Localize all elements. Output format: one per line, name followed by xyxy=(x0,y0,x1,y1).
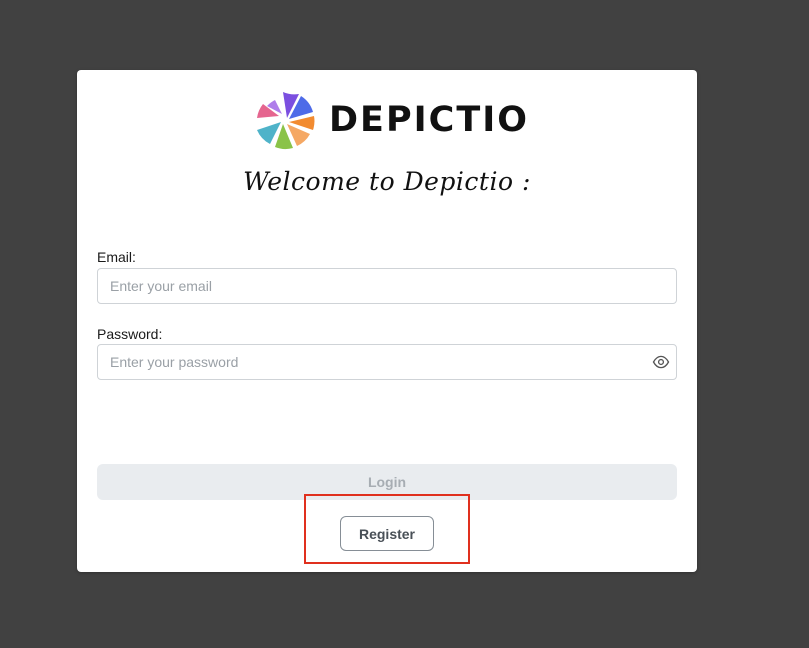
eye-icon[interactable] xyxy=(652,353,670,371)
email-input[interactable] xyxy=(98,269,676,303)
email-field-wrapper xyxy=(97,268,677,304)
password-field-wrapper xyxy=(97,344,677,380)
login-card: DEPICTIO Welcome to Depictio : Email: Pa… xyxy=(77,70,697,572)
page-background: DEPICTIO Welcome to Depictio : Email: Pa… xyxy=(0,0,809,648)
email-label: Email: xyxy=(97,249,136,265)
login-button[interactable]: Login xyxy=(97,464,677,500)
depictio-logo-icon xyxy=(257,92,315,150)
brand-header: DEPICTIO xyxy=(253,88,529,152)
brand-name: DEPICTIO xyxy=(329,99,529,140)
welcome-heading: Welcome to Depictio : xyxy=(243,167,531,196)
register-button[interactable]: Register xyxy=(340,516,434,551)
password-label: Password: xyxy=(97,326,163,342)
password-input[interactable] xyxy=(98,345,676,379)
